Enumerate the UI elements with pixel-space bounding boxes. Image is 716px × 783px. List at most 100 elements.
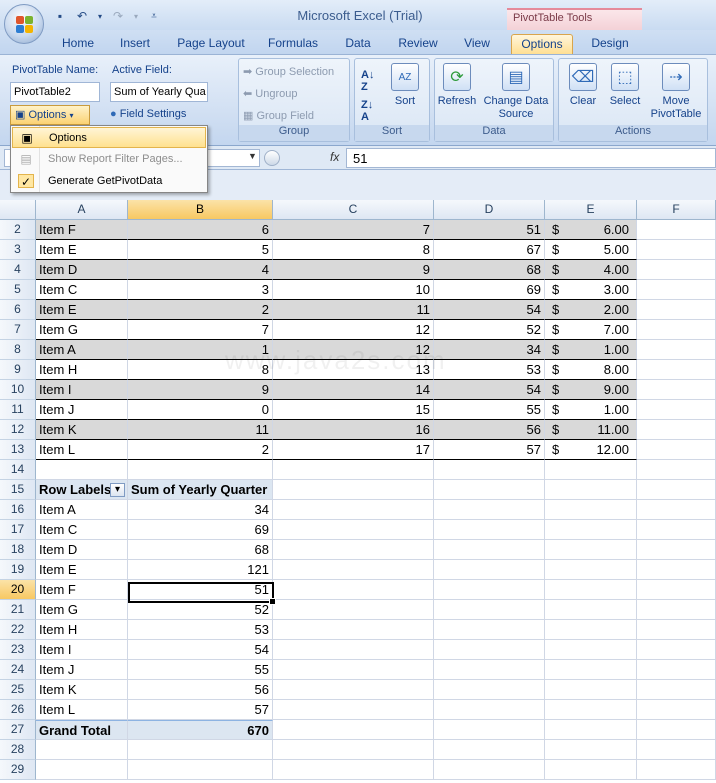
save-icon[interactable]: ▪ xyxy=(52,8,68,24)
cell-d[interactable] xyxy=(434,620,545,640)
tab-design[interactable]: Design xyxy=(580,34,640,54)
cell-a[interactable]: Item G xyxy=(36,600,128,620)
cell-f[interactable] xyxy=(637,220,716,240)
cell-c[interactable] xyxy=(273,540,434,560)
cell-d[interactable]: 68 xyxy=(434,260,545,280)
tab-review[interactable]: Review xyxy=(392,34,444,54)
cell-a[interactable]: Item E xyxy=(36,240,128,260)
cell-f[interactable] xyxy=(637,240,716,260)
office-button[interactable] xyxy=(4,4,44,44)
cell-e[interactable]: $4.00 xyxy=(545,260,637,280)
cell-b[interactable] xyxy=(128,460,273,480)
cell-c[interactable] xyxy=(273,620,434,640)
cell-e[interactable]: $9.00 xyxy=(545,380,637,400)
cell-c[interactable]: 17 xyxy=(273,440,434,460)
cell-c[interactable] xyxy=(273,760,434,780)
cell-b[interactable]: 9 xyxy=(128,380,273,400)
cell-c[interactable]: 10 xyxy=(273,280,434,300)
cell-d[interactable] xyxy=(434,560,545,580)
cell-a[interactable]: Item D xyxy=(36,260,128,280)
cell-f[interactable] xyxy=(637,340,716,360)
tab-data[interactable]: Data xyxy=(338,34,378,54)
cell-f[interactable] xyxy=(637,320,716,340)
cell-e[interactable]: $1.00 xyxy=(545,400,637,420)
cell-f[interactable] xyxy=(637,720,716,740)
cell-c[interactable] xyxy=(273,680,434,700)
cell-c[interactable] xyxy=(273,600,434,620)
cell-e[interactable]: $2.00 xyxy=(545,300,637,320)
cell-e[interactable] xyxy=(545,580,637,600)
row-header[interactable]: 6 xyxy=(0,300,36,320)
row-header[interactable]: 10 xyxy=(0,380,36,400)
column-header[interactable]: F xyxy=(637,200,716,220)
cell-b[interactable]: 670 xyxy=(128,720,273,740)
cell-a[interactable]: Item E xyxy=(36,560,128,580)
sort-descending-icon[interactable]: Z↓ A xyxy=(361,99,373,123)
cell-c[interactable] xyxy=(273,640,434,660)
cell-b[interactable]: 0 xyxy=(128,400,273,420)
cell-a[interactable]: Item H xyxy=(36,360,128,380)
cell-c[interactable]: 9 xyxy=(273,260,434,280)
cell-b[interactable]: 11 xyxy=(128,420,273,440)
cell-d[interactable] xyxy=(434,520,545,540)
cell-e[interactable] xyxy=(545,680,637,700)
cell-e[interactable]: $11.00 xyxy=(545,420,637,440)
field-settings-button[interactable]: ● Field Settings xyxy=(110,108,186,120)
cell-a[interactable]: Item I xyxy=(36,380,128,400)
row-header[interactable]: 14 xyxy=(0,460,36,480)
cell-d[interactable] xyxy=(434,540,545,560)
tab-insert[interactable]: Insert xyxy=(112,34,158,54)
cell-c[interactable] xyxy=(273,460,434,480)
cell-f[interactable] xyxy=(637,460,716,480)
cell-d[interactable] xyxy=(434,580,545,600)
cell-b[interactable] xyxy=(128,760,273,780)
cell-e[interactable] xyxy=(545,520,637,540)
row-header[interactable]: 17 xyxy=(0,520,36,540)
change-data-source-button[interactable]: ▤ Change Data Source xyxy=(479,63,553,121)
row-header[interactable]: 13 xyxy=(0,440,36,460)
row-header[interactable]: 7 xyxy=(0,320,36,340)
cell-f[interactable] xyxy=(637,480,716,500)
cell-d[interactable]: 53 xyxy=(434,360,545,380)
cell-f[interactable] xyxy=(637,520,716,540)
cell-c[interactable]: 11 xyxy=(273,300,434,320)
cell-a[interactable]: Item J xyxy=(36,400,128,420)
cell-e[interactable] xyxy=(545,720,637,740)
cell-a[interactable]: Item A xyxy=(36,500,128,520)
cell-d[interactable] xyxy=(434,680,545,700)
cell-b[interactable]: 56 xyxy=(128,680,273,700)
cell-c[interactable] xyxy=(273,560,434,580)
cell-d[interactable] xyxy=(434,760,545,780)
group-selection-button[interactable]: ➡ Group Selection xyxy=(243,65,334,78)
column-header[interactable]: D xyxy=(434,200,545,220)
cell-a[interactable]: Item F xyxy=(36,580,128,600)
cell-b[interactable]: 7 xyxy=(128,320,273,340)
cell-c[interactable]: 8 xyxy=(273,240,434,260)
cell-c[interactable] xyxy=(273,500,434,520)
cell-d[interactable]: 52 xyxy=(434,320,545,340)
column-header[interactable]: A xyxy=(36,200,128,220)
cell-f[interactable] xyxy=(637,680,716,700)
refresh-button[interactable]: ⟳ Refresh xyxy=(437,63,477,108)
cell-d[interactable] xyxy=(434,660,545,680)
cell-d[interactable]: 57 xyxy=(434,440,545,460)
cell-b[interactable]: 53 xyxy=(128,620,273,640)
cell-f[interactable] xyxy=(637,360,716,380)
cell-d[interactable] xyxy=(434,600,545,620)
select-all-corner[interactable] xyxy=(0,200,36,220)
cell-f[interactable] xyxy=(637,440,716,460)
cell-b[interactable]: 68 xyxy=(128,540,273,560)
cell-f[interactable] xyxy=(637,400,716,420)
cell-e[interactable]: $7.00 xyxy=(545,320,637,340)
cell-d[interactable] xyxy=(434,480,545,500)
cell-a[interactable]: Item L xyxy=(36,440,128,460)
cell-e[interactable]: $5.00 xyxy=(545,240,637,260)
cell-b[interactable]: 4 xyxy=(128,260,273,280)
cell-f[interactable] xyxy=(637,500,716,520)
cell-f[interactable] xyxy=(637,280,716,300)
cell-a[interactable]: Item J xyxy=(36,660,128,680)
cell-b[interactable]: 6 xyxy=(128,220,273,240)
cell-c[interactable] xyxy=(273,720,434,740)
cell-f[interactable] xyxy=(637,760,716,780)
tab-home[interactable]: Home xyxy=(54,34,102,54)
